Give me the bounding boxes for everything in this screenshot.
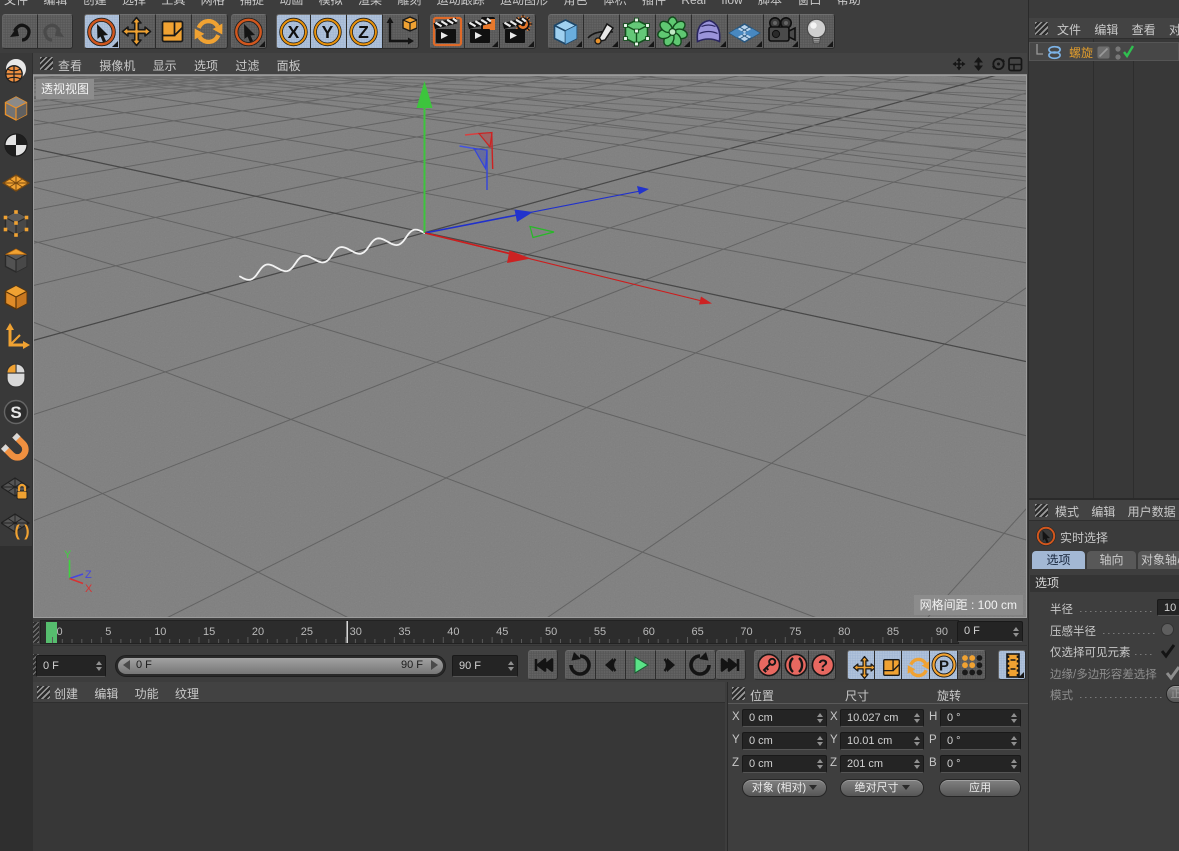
svg-text:55: 55: [594, 626, 606, 638]
svg-text:0: 0: [57, 626, 63, 638]
svg-text:30: 30: [350, 626, 362, 638]
svg-text:螺旋: 螺旋: [1069, 46, 1093, 60]
svg-text:40: 40: [447, 626, 459, 638]
svg-text:P: P: [939, 658, 949, 675]
svg-text:90: 90: [936, 626, 948, 638]
svg-text:85: 85: [887, 626, 899, 638]
svg-text:25: 25: [301, 626, 313, 638]
svg-text:15: 15: [203, 626, 215, 638]
svg-text:65: 65: [692, 626, 704, 638]
svg-text:75: 75: [789, 626, 801, 638]
svg-text:( ): ( ): [14, 523, 29, 540]
svg-text:X: X: [288, 22, 300, 42]
svg-text:45: 45: [496, 626, 508, 638]
svg-text:70: 70: [740, 626, 752, 638]
svg-text:?: ?: [818, 657, 828, 675]
svg-text:5: 5: [105, 626, 111, 638]
svg-text:60: 60: [643, 626, 655, 638]
svg-text:20: 20: [252, 626, 264, 638]
svg-text:35: 35: [398, 626, 410, 638]
svg-text:Y: Y: [322, 22, 334, 42]
svg-text:Z: Z: [358, 22, 369, 42]
svg-text:50: 50: [545, 626, 557, 638]
svg-text:10: 10: [154, 626, 166, 638]
svg-text:80: 80: [838, 626, 850, 638]
svg-text:S: S: [10, 403, 21, 422]
